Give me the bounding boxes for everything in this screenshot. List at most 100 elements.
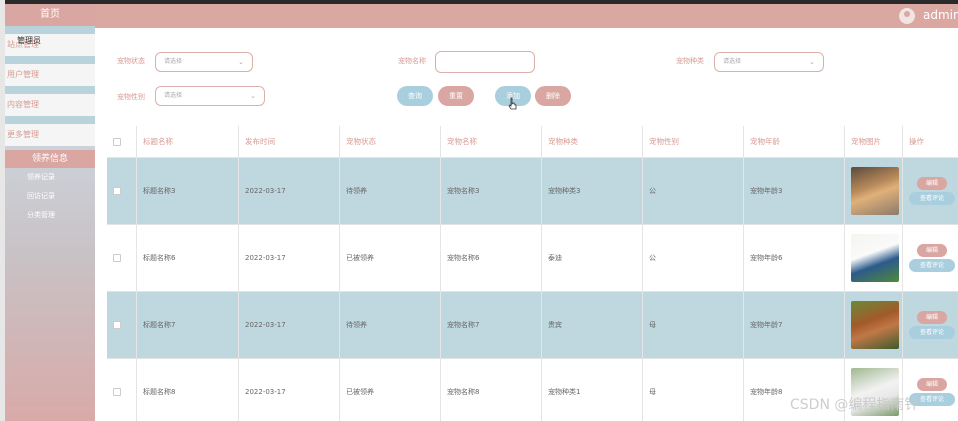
row-select-cell — [107, 292, 137, 358]
cell-type: 宠物种类1 — [542, 359, 643, 421]
filter-gender-label: 宠物性别 — [117, 93, 145, 101]
sidebar-divider — [5, 116, 95, 124]
cell-type: 贵宾 — [542, 292, 643, 358]
query-button[interactable]: 查询 — [397, 86, 433, 106]
row-checkbox[interactable] — [113, 254, 121, 262]
view-comments-button[interactable]: 查看评论 — [909, 192, 955, 205]
table-row: 标题名称6 2022-03-17 已被领养 宠物名称6 泰迪 公 宠物年龄6 编… — [107, 225, 958, 292]
cell-actions: 编辑 查看评论 — [903, 225, 958, 291]
row-checkbox[interactable] — [113, 187, 121, 195]
filter-name-input[interactable] — [435, 51, 535, 73]
table-row: 标题名称7 2022-03-17 待领养 宠物名称7 贵宾 母 宠物年龄7 编辑… — [107, 292, 958, 359]
header-title: 标题名称 — [137, 126, 239, 157]
row-checkbox[interactable] — [113, 388, 121, 396]
cell-name: 宠物名称8 — [441, 359, 542, 421]
sidebar-item-site[interactable]: 站点管理 管理员 — [5, 34, 95, 56]
csdn-watermark: CSDN @编程指南针 — [790, 397, 919, 413]
cell-actions: 编辑 查看评论 — [903, 292, 958, 358]
sidebar-item-users[interactable]: 用户管理 — [5, 64, 95, 86]
filter-status-placeholder: 请选择 — [164, 58, 183, 65]
filter-status-select[interactable]: 请选择 ⌄ — [155, 52, 253, 72]
chevron-down-icon: ⌄ — [809, 58, 815, 66]
cell-image — [845, 225, 903, 291]
cell-gender: 母 — [643, 359, 744, 421]
cell-type: 泰迪 — [542, 225, 643, 291]
row-actions: 编辑 查看评论 — [909, 244, 955, 272]
filter-status-label: 宠物状态 — [117, 57, 145, 65]
filter-gender-select[interactable]: 请选择 ⌄ — [155, 86, 265, 106]
cell-name: 宠物名称6 — [441, 225, 542, 291]
cell-title: 标题名称6 — [137, 225, 239, 291]
row-actions: 编辑 查看评论 — [909, 311, 955, 339]
cell-status: 已被领养 — [340, 359, 441, 421]
cell-date: 2022-03-17 — [239, 359, 340, 421]
cell-date: 2022-03-17 — [239, 158, 340, 224]
filter-type-label: 宠物种类 — [676, 57, 704, 65]
chevron-down-icon: ⌄ — [250, 92, 256, 100]
user-name[interactable]: admin — [923, 8, 958, 22]
hand-cursor-icon — [508, 97, 517, 110]
cell-actions: 编辑 查看评论 — [903, 158, 958, 224]
sidebar-item-content[interactable]: 内容管理 — [5, 94, 95, 116]
reset-button[interactable]: 重置 — [438, 86, 474, 106]
edit-button[interactable]: 编辑 — [917, 177, 947, 190]
view-comments-button[interactable]: 查看评论 — [909, 259, 955, 272]
cell-title: 标题名称3 — [137, 158, 239, 224]
header-age: 宠物年龄 — [744, 126, 845, 157]
sidebar-sub-visit-records[interactable]: 回访记录 — [5, 187, 95, 206]
sidebar-item-more[interactable]: 更多管理 — [5, 124, 95, 146]
header-actions: 操作 — [909, 137, 924, 146]
view-comments-button[interactable]: 查看评论 — [909, 326, 955, 339]
cell-status: 待领养 — [340, 158, 441, 224]
cell-gender: 母 — [643, 292, 744, 358]
row-select-cell — [107, 359, 137, 421]
row-select-cell — [107, 158, 137, 224]
table-row: 标题名称3 2022-03-17 待领养 宠物名称3 宠物种类3 公 宠物年龄3… — [107, 158, 958, 225]
edit-button[interactable]: 编辑 — [917, 244, 947, 257]
header-date: 发布时间 — [239, 126, 340, 157]
row-select-cell — [107, 225, 137, 291]
edit-button[interactable]: 编辑 — [917, 311, 947, 324]
cell-name: 宠物名称7 — [441, 292, 542, 358]
filter-type-placeholder: 请选择 — [723, 58, 742, 65]
cell-image — [845, 292, 903, 358]
sidebar-sub-adoption-records[interactable]: 领养记录 — [5, 168, 95, 187]
sidebar-sub-category[interactable]: 分类管理 — [5, 206, 95, 225]
cell-title: 标题名称8 — [137, 359, 239, 421]
header-select-cell — [107, 126, 137, 157]
sidebar-group-adoption[interactable]: 领养信息 — [5, 150, 95, 168]
filter-name-label: 宠物名称 — [398, 57, 426, 65]
header-type: 宠物种类 — [542, 126, 643, 157]
cell-date: 2022-03-17 — [239, 292, 340, 358]
cell-age: 宠物年龄7 — [744, 292, 845, 358]
cell-age: 宠物年龄6 — [744, 225, 845, 291]
cell-gender: 公 — [643, 225, 744, 291]
row-checkbox[interactable] — [113, 321, 121, 329]
cell-name: 宠物名称3 — [441, 158, 542, 224]
header-gender: 宠物性别 — [643, 126, 744, 157]
select-all-checkbox[interactable] — [113, 137, 121, 146]
cell-status: 待领养 — [340, 292, 441, 358]
delete-button[interactable]: 删除 — [535, 86, 571, 106]
cell-type: 宠物种类3 — [542, 158, 643, 224]
pet-photo[interactable] — [851, 301, 899, 349]
top-header: admin — [95, 4, 958, 28]
table-header-row: 标题名称 发布时间 宠物状态 宠物名称 宠物种类 宠物性别 宠物年龄 宠物图片 … — [107, 126, 958, 158]
cell-image — [845, 158, 903, 224]
pet-photo[interactable] — [851, 167, 899, 215]
cell-date: 2022-03-17 — [239, 225, 340, 291]
user-avatar-icon[interactable] — [899, 8, 915, 24]
filter-gender-placeholder: 请选择 — [164, 92, 183, 99]
pet-photo[interactable] — [851, 234, 899, 282]
cell-title: 标题名称7 — [137, 292, 239, 358]
cell-status: 已被领养 — [340, 225, 441, 291]
sidebar-home[interactable]: 首页 — [5, 4, 95, 26]
row-actions: 编辑 查看评论 — [909, 177, 955, 205]
header-status: 宠物状态 — [340, 126, 441, 157]
chevron-down-icon: ⌄ — [238, 58, 244, 66]
edit-button[interactable]: 编辑 — [917, 378, 947, 391]
filter-type-select[interactable]: 请选择 ⌄ — [714, 52, 824, 72]
sidebar: 首页 站点管理 管理员 用户管理 内容管理 更多管理 领养信息 领养记录 回访记… — [5, 4, 95, 421]
cell-age: 宠物年龄3 — [744, 158, 845, 224]
sidebar-divider — [5, 56, 95, 64]
